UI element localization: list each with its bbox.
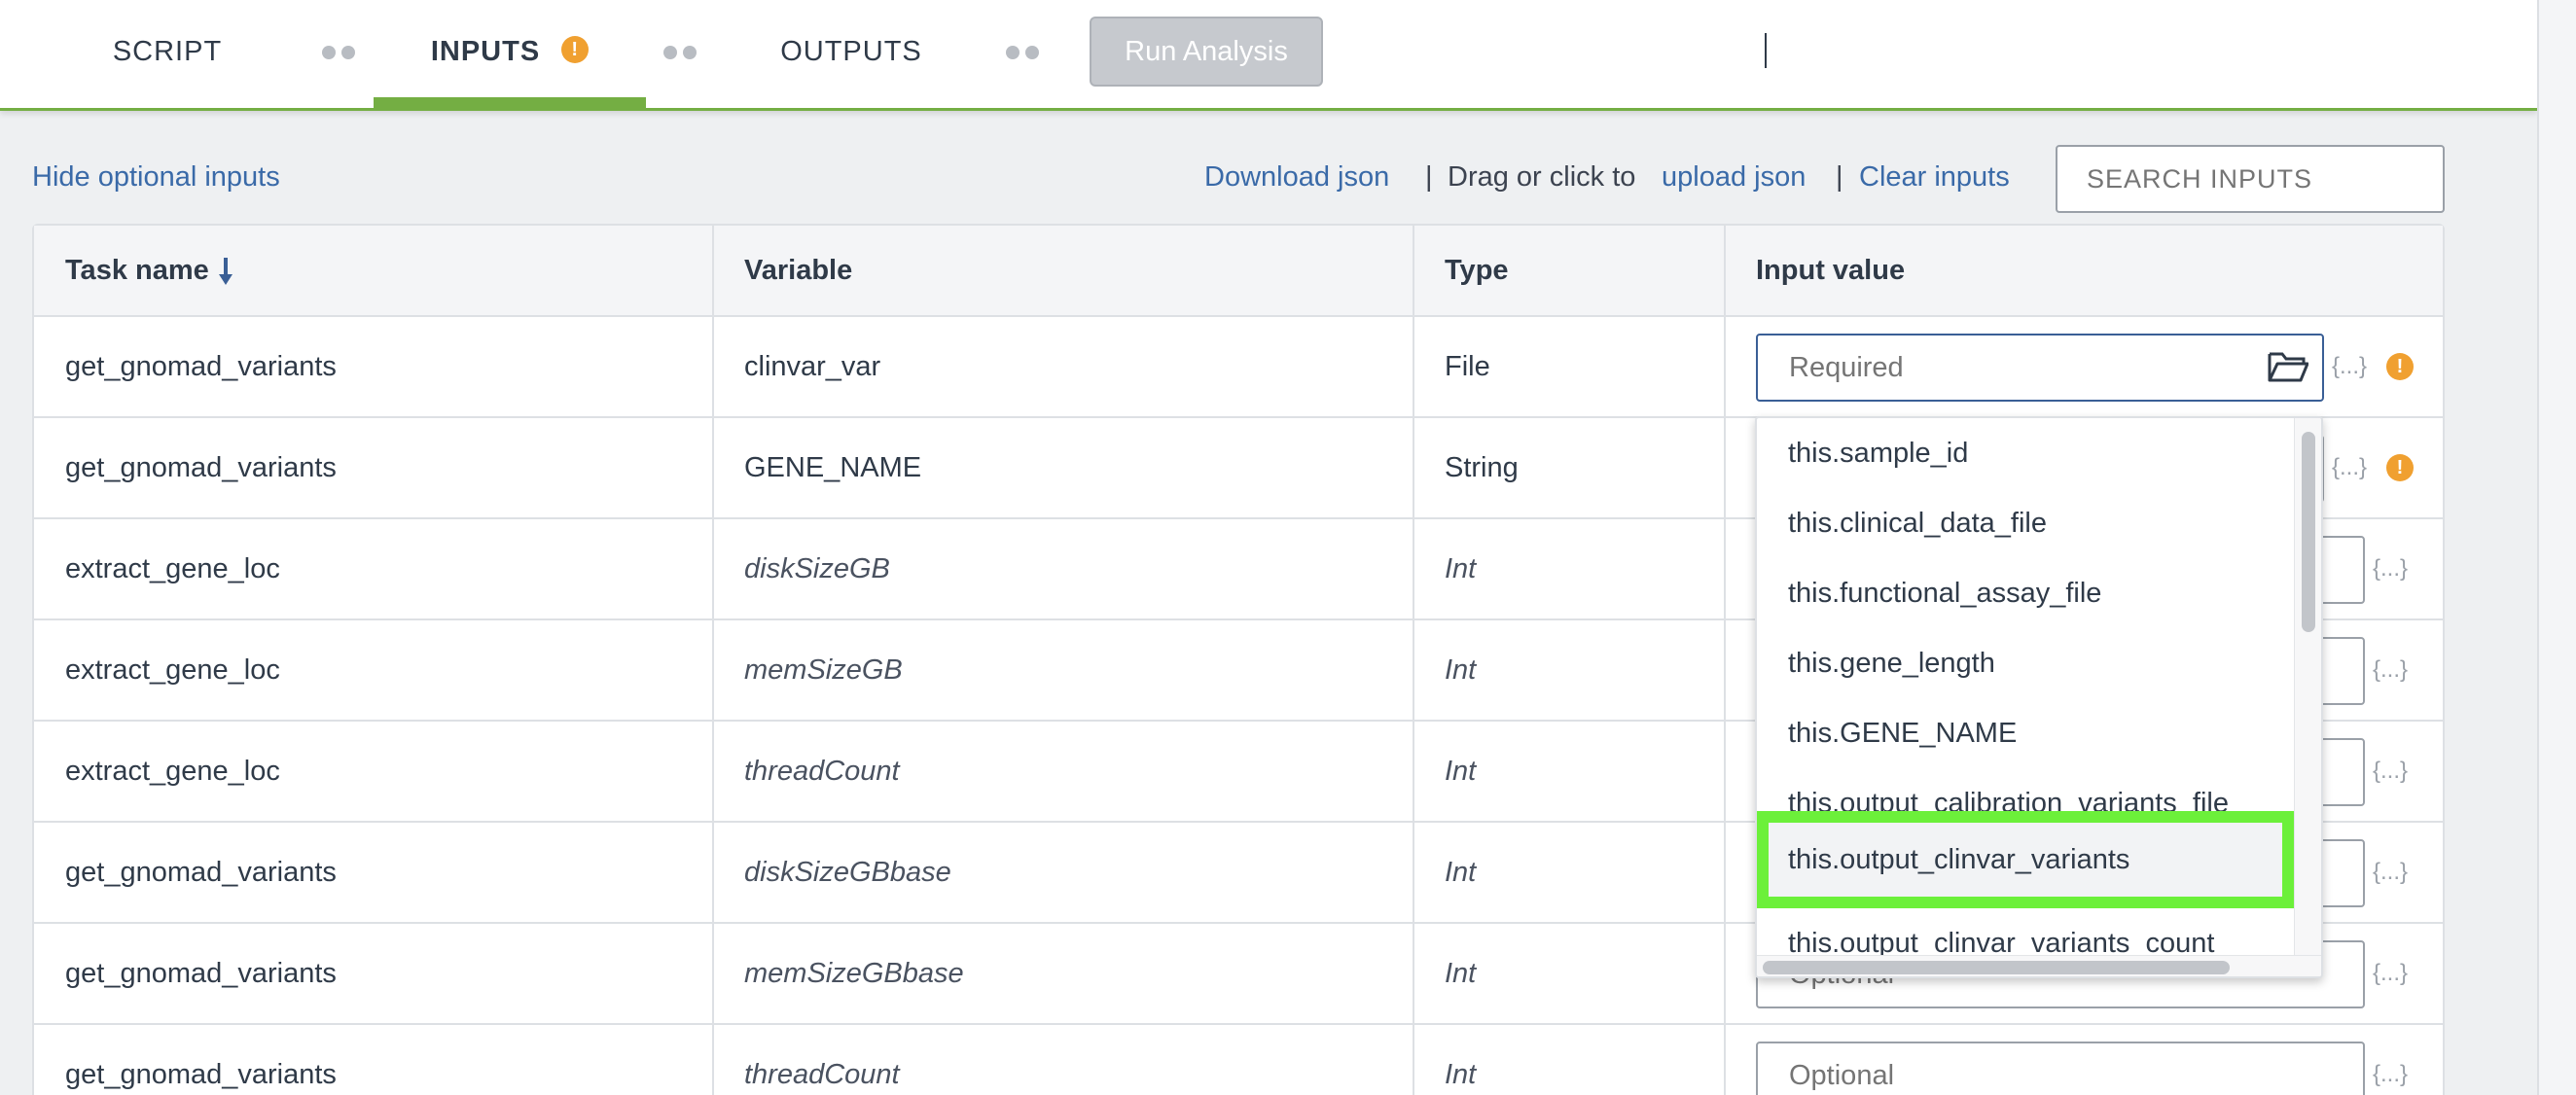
column-header-type[interactable]: Type bbox=[1445, 226, 1509, 315]
tab-outputs[interactable]: OUTPUTS bbox=[778, 0, 924, 109]
variable-cell: threadCount bbox=[744, 1059, 900, 1090]
tab-inputs-label: INPUTS bbox=[430, 36, 541, 67]
dropdown-option[interactable]: this.sample_id bbox=[1757, 418, 2294, 488]
type-cell: String bbox=[1445, 452, 1519, 483]
autocomplete-dropdown: this.sample_id this.clinical_data_file t… bbox=[1755, 416, 2323, 978]
hide-optional-inputs-link[interactable]: Hide optional inputs bbox=[32, 161, 280, 194]
json-editor-icon[interactable]: {...} bbox=[2373, 519, 2408, 618]
dropdown-option[interactable]: this.gene_length bbox=[1757, 628, 2294, 698]
task-name-cell: extract_gene_loc bbox=[65, 553, 280, 584]
horizontal-scrollbar-thumb[interactable] bbox=[1763, 961, 2230, 974]
json-editor-icon[interactable]: {...} bbox=[2373, 924, 2408, 1023]
folder-open-icon[interactable] bbox=[2268, 350, 2308, 383]
toolbar-separator: | bbox=[1425, 161, 1433, 193]
variable-cell: diskSizeGBbase bbox=[744, 857, 951, 888]
text-cursor bbox=[1765, 33, 1767, 68]
vertical-scrollbar-thumb[interactable] bbox=[2302, 432, 2315, 632]
warning-icon: ! bbox=[561, 36, 590, 64]
variable-cell: memSizeGBbase bbox=[744, 958, 964, 989]
task-name-cell: get_gnomad_variants bbox=[65, 958, 337, 989]
active-tab-indicator bbox=[374, 97, 646, 111]
task-name-cell: get_gnomad_variants bbox=[65, 351, 337, 382]
column-header-task-label: Task name bbox=[65, 255, 209, 286]
dropdown-option[interactable]: this.functional_assay_file bbox=[1757, 558, 2294, 628]
dropdown-option[interactable]: this.clinical_data_file bbox=[1757, 488, 2294, 558]
type-cell: Int bbox=[1445, 1059, 1477, 1090]
json-editor-icon[interactable]: {...} bbox=[2373, 620, 2408, 720]
type-cell: Int bbox=[1445, 857, 1477, 888]
right-edge-panel bbox=[2537, 0, 2576, 1095]
run-analysis-button[interactable]: Run Analysis bbox=[1090, 17, 1323, 87]
step-separator-dots bbox=[322, 46, 357, 59]
step-separator-dots bbox=[1006, 46, 1041, 59]
dropdown-option-highlighted[interactable]: this.output_clinvar_variants bbox=[1757, 811, 2294, 908]
toolbar-separator: | bbox=[1836, 161, 1843, 193]
variable-cell: memSizeGB bbox=[744, 654, 903, 686]
column-header-task[interactable]: Task name bbox=[65, 226, 233, 315]
table-header: Task name Variable Type Input value bbox=[34, 226, 2443, 317]
table-row: get_gnomad_variants threadCount Int {...… bbox=[34, 1025, 2443, 1095]
type-cell: Int bbox=[1445, 553, 1477, 584]
task-name-cell: extract_gene_loc bbox=[65, 756, 280, 787]
variable-cell: GENE_NAME bbox=[744, 452, 922, 483]
warning-icon: ! bbox=[2386, 454, 2414, 481]
warning-icon: ! bbox=[2386, 353, 2414, 380]
type-cell: Int bbox=[1445, 756, 1477, 787]
step-separator-dots bbox=[663, 46, 698, 59]
task-name-cell: get_gnomad_variants bbox=[65, 452, 337, 483]
drag-upload-text: Drag or click to bbox=[1448, 161, 1636, 193]
input-value-field[interactable] bbox=[1756, 334, 2324, 402]
variable-cell: threadCount bbox=[744, 756, 900, 787]
app-page: SCRIPT INPUTS! OUTPUTS Run Analysis Hide… bbox=[0, 0, 2576, 1095]
dropdown-option[interactable]: this.GENE_NAME bbox=[1757, 698, 2294, 768]
json-editor-icon[interactable]: {...} bbox=[2373, 722, 2408, 821]
table-row: get_gnomad_variants clinvar_var File {..… bbox=[34, 317, 2443, 418]
tab-script-label: SCRIPT bbox=[112, 36, 223, 67]
type-cell: Int bbox=[1445, 654, 1477, 686]
variable-cell: diskSizeGB bbox=[744, 553, 890, 584]
column-header-variable[interactable]: Variable bbox=[744, 226, 852, 315]
task-name-cell: extract_gene_loc bbox=[65, 654, 280, 686]
input-value-field[interactable] bbox=[1756, 1042, 2365, 1095]
upload-json-link[interactable]: upload json bbox=[1662, 161, 1806, 194]
search-inputs-field[interactable] bbox=[2056, 145, 2445, 213]
sort-descending-icon[interactable] bbox=[218, 257, 233, 286]
workflow-header: SCRIPT INPUTS! OUTPUTS Run Analysis bbox=[0, 0, 2537, 111]
download-json-link[interactable]: Download json bbox=[1204, 161, 1389, 194]
tab-outputs-label: OUTPUTS bbox=[780, 36, 922, 67]
tab-inputs[interactable]: INPUTS! bbox=[374, 0, 646, 109]
type-cell: Int bbox=[1445, 958, 1477, 989]
task-name-cell: get_gnomad_variants bbox=[65, 857, 337, 888]
clear-inputs-link[interactable]: Clear inputs bbox=[1859, 161, 2010, 194]
task-name-cell: get_gnomad_variants bbox=[65, 1059, 337, 1090]
json-editor-icon[interactable]: {...} bbox=[2332, 317, 2367, 416]
tab-script[interactable]: SCRIPT bbox=[109, 0, 226, 109]
json-editor-icon[interactable]: {...} bbox=[2373, 1025, 2408, 1095]
json-editor-icon[interactable]: {...} bbox=[2332, 418, 2367, 517]
variable-cell: clinvar_var bbox=[744, 351, 881, 382]
json-editor-icon[interactable]: {...} bbox=[2373, 823, 2408, 922]
type-cell: File bbox=[1445, 351, 1490, 382]
column-header-input-value: Input value bbox=[1756, 255, 1906, 286]
